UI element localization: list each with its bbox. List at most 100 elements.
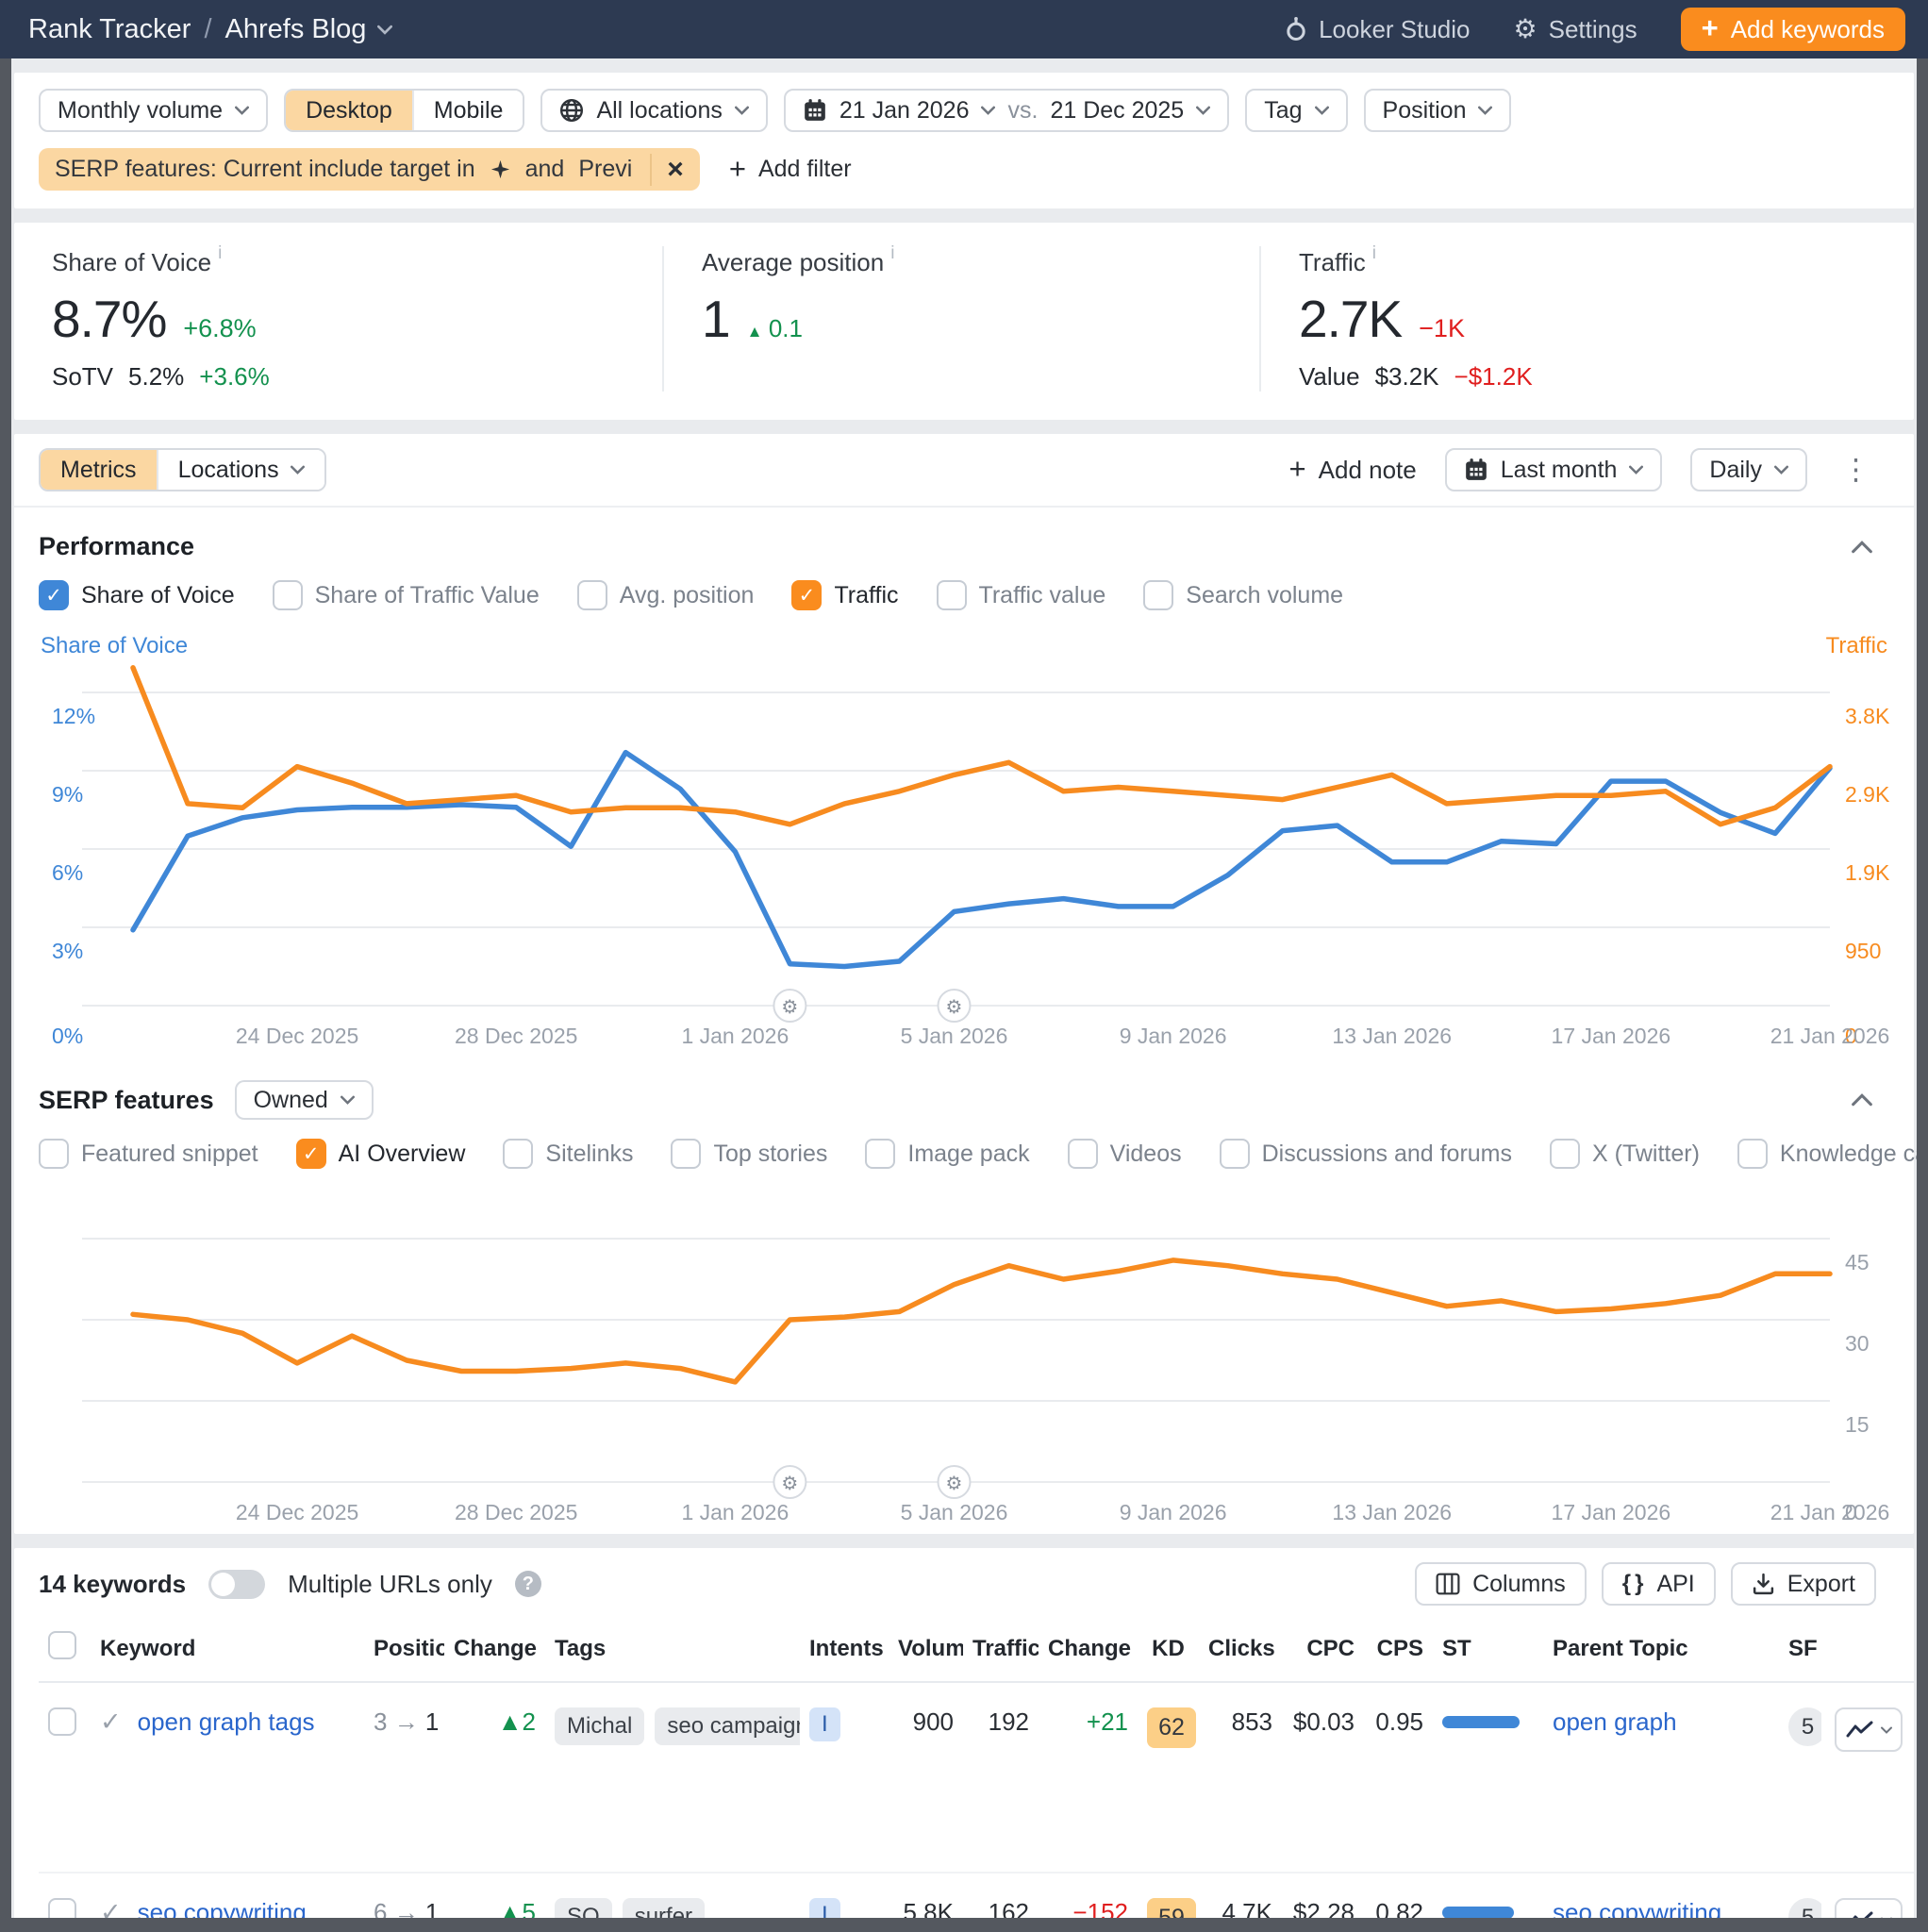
serp-checkbox-featured-snippet[interactable]: Featured snippet [39,1139,258,1169]
remove-filter-button[interactable]: × [650,154,684,186]
granularity-dropdown[interactable]: Daily [1690,448,1807,491]
export-button[interactable]: Export [1731,1562,1876,1606]
tag-filter-dropdown[interactable]: Tag [1245,89,1347,132]
column-header-sf[interactable]: SF [1779,1620,1821,1682]
checkbox-label: Avg. position [620,582,755,609]
parent-topic-link[interactable]: open graph [1553,1707,1677,1736]
cell-intents: I [800,1873,889,1918]
checkbox-box [1068,1139,1098,1169]
performance-checkbox-traffic[interactable]: ✓Traffic [791,580,898,610]
performance-checkbox-share-of-voice[interactable]: ✓Share of Voice [39,580,235,610]
column-header-cps[interactable]: CPS [1364,1620,1433,1682]
keywords-card: 14 keywords Multiple URLs only ? Columns… [14,1548,1914,1918]
cell-traffic: 162 [963,1873,1039,1918]
add-filter-button[interactable]: + Add filter [729,156,852,183]
add-note-button[interactable]: + Add note [1289,456,1417,485]
owned-dropdown[interactable]: Owned [235,1080,374,1120]
collapse-performance-button[interactable] [1852,541,1872,554]
tab-metrics[interactable]: Metrics [41,450,157,490]
tab-locations[interactable]: Locations [157,450,324,490]
serp-checkbox-knowledge-card[interactable]: Knowledge card [1737,1139,1917,1169]
tag-pill-seo-campaign[interactable]: seo campaign [655,1707,800,1745]
volume-mode-dropdown[interactable]: Monthly volume [39,89,268,132]
right-axis-tick: 1.9K [1845,860,1890,885]
info-icon[interactable]: i [218,243,222,273]
locations-dropdown[interactable]: All locations [540,89,767,132]
keywords-toolbar: 14 keywords Multiple URLs only ? Columns… [14,1548,1914,1620]
tag-pill-sq[interactable]: SQ [555,1898,612,1918]
info-icon[interactable]: i [1372,243,1376,273]
serp-checkbox-videos[interactable]: Videos [1068,1139,1182,1169]
project-switcher[interactable]: Ahrefs Blog [225,14,393,45]
charts-toolbar-right: + Add note Last month Daily ⋮ [1289,448,1876,491]
column-header-label: Keyword [100,1636,195,1661]
serp-checkbox-ai-overview[interactable]: ✓AI Overview [296,1139,466,1169]
serp-features-count[interactable]: 5 [1788,1707,1821,1746]
intent-badge: I [809,1707,840,1741]
keyword-chart-button[interactable] [1835,1707,1903,1752]
column-header-st[interactable]: ST [1433,1620,1543,1682]
keyword-link[interactable]: open graph tags [138,1707,315,1737]
more-options-button[interactable]: ⋮ [1836,453,1876,487]
performance-checkbox-traffic-value[interactable]: Traffic value [937,580,1106,610]
tag-pill-michal[interactable]: Michal [555,1707,644,1745]
performance-checkbox-search-volume[interactable]: Search volume [1143,580,1343,610]
row-checkbox[interactable] [48,1707,76,1736]
column-header-volume[interactable]: Volume [889,1620,963,1682]
performance-checkbox-avg-position[interactable]: Avg. position [577,580,755,610]
multiple-urls-toggle[interactable] [208,1570,265,1599]
date-compare-picker[interactable]: 21 Jan 2026 vs. 21 Dec 2025 [784,89,1229,132]
serp-checkbox-image-pack[interactable]: Image pack [865,1139,1029,1169]
serp-checkbox-sitelinks[interactable]: Sitelinks [503,1139,633,1169]
looker-studio-button[interactable]: Looker Studio [1285,15,1470,44]
select-all-checkbox[interactable] [48,1631,76,1659]
parent-topic-link[interactable]: seo copywriting [1553,1898,1721,1918]
help-icon[interactable]: ? [515,1571,541,1597]
column-header-parent_topic[interactable]: Parent Topic [1543,1620,1779,1682]
column-header-change[interactable]: Change [444,1620,545,1682]
serp-checkbox-discussions-and-forums[interactable]: Discussions and forums [1220,1139,1512,1169]
keyword-link[interactable]: seo copywriting [138,1898,307,1918]
device-option-desktop[interactable]: Desktop [286,91,412,130]
row-checkbox[interactable] [48,1898,76,1918]
column-header-kd[interactable]: KD [1138,1620,1199,1682]
calendar-icon [1464,458,1488,482]
column-header-tags[interactable]: Tags [545,1620,800,1682]
info-icon[interactable]: i [890,243,894,273]
settings-button[interactable]: ⚙ Settings [1514,15,1637,44]
serp-features-filter-chip[interactable]: SERP features: Current include target in… [39,148,700,191]
owned-label: Owned [254,1087,328,1114]
serp-checkbox-x-twitter[interactable]: X (Twitter) [1550,1139,1700,1169]
serp-features-count[interactable]: 5 [1788,1898,1821,1918]
column-header-clicks[interactable]: Clicks [1199,1620,1282,1682]
serp-features-chart[interactable]: 453015024 Dec 202528 Dec 20251 Jan 20265… [14,1201,1914,1526]
tag-pill-surfer[interactable]: surfer [623,1898,705,1918]
collapse-serp-button[interactable] [1852,1093,1872,1107]
column-header-traffic[interactable]: Traffic▼ [963,1620,1039,1682]
checkbox-box [671,1139,701,1169]
x-axis-tick: 28 Dec 2025 [455,1024,577,1048]
column-header-keyword[interactable]: Keyword [91,1620,364,1682]
column-header-position[interactable]: Position [364,1620,444,1682]
date-range-dropdown[interactable]: Last month [1445,448,1663,491]
api-button[interactable]: { } API [1602,1562,1716,1606]
column-header-cpc[interactable]: CPC [1282,1620,1364,1682]
breadcrumb: Rank Tracker / Ahrefs Blog [28,14,392,45]
columns-button[interactable]: Columns [1415,1562,1587,1606]
keyword-chart-button[interactable] [1835,1898,1903,1918]
breadcrumb-root[interactable]: Rank Tracker [28,14,191,45]
add-keywords-button[interactable]: + Add keywords [1681,8,1905,51]
summary-stats-card: Share of Voicei 8.7% +6.8% SoTV 5.2% +3.… [14,223,1914,420]
left-axis-zero-tick: 0% [52,1024,83,1048]
column-header-intents[interactable]: Intents [800,1620,889,1682]
serp-checkbox-top-stories[interactable]: Top stories [671,1139,827,1169]
device-option-mobile[interactable]: Mobile [412,91,524,130]
performance-checkbox-share-of-traffic-value[interactable]: Share of Traffic Value [273,580,540,610]
column-header-label: Traffic [972,1636,1039,1661]
position-filter-label: Position [1383,97,1467,125]
column-header-select[interactable] [39,1620,91,1682]
position-filter-dropdown[interactable]: Position [1364,89,1512,132]
performance-chart[interactable]: 12%3.8K9%2.9K6%1.9K3%9500%024 Dec 202528… [14,659,1914,1048]
column-header-traffic_change[interactable]: Change [1039,1620,1138,1682]
kd-badge: 59 [1147,1898,1196,1918]
